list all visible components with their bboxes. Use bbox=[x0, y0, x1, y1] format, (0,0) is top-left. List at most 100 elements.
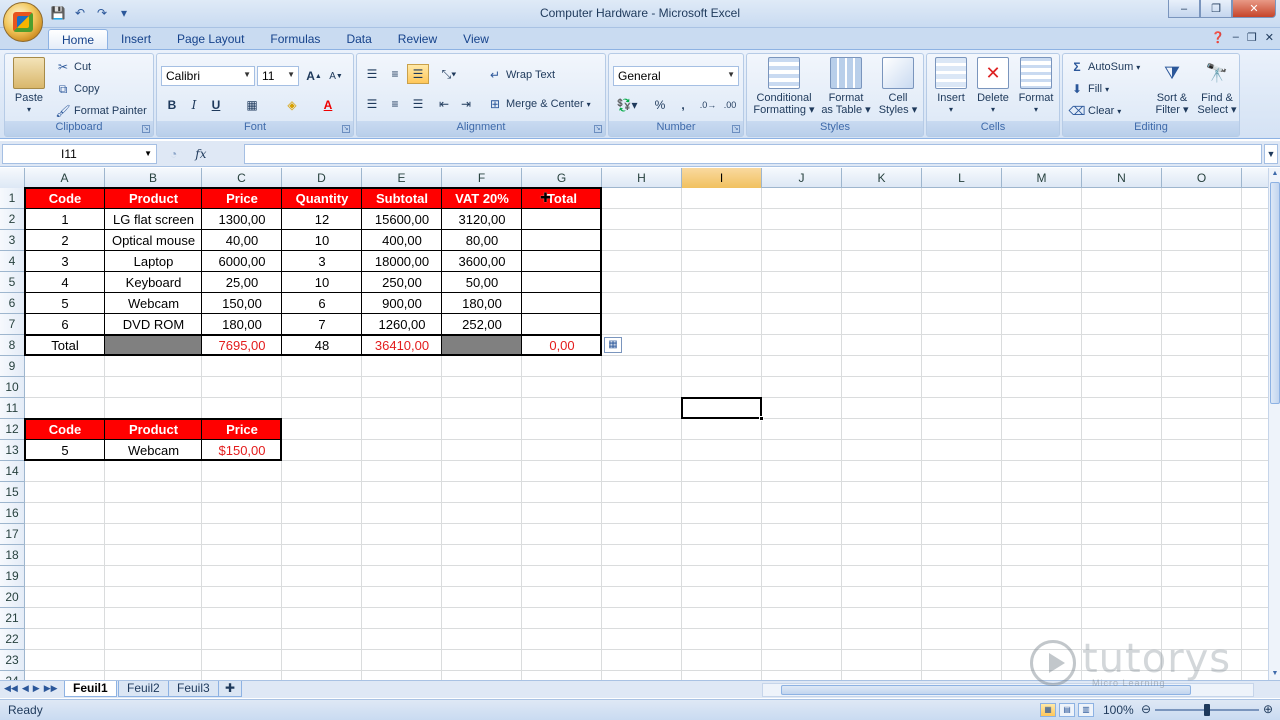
table1-cell-c5[interactable]: 25,00 bbox=[202, 272, 282, 293]
font-color-icon[interactable]: A bbox=[317, 95, 339, 115]
column-header-b[interactable]: B bbox=[105, 168, 202, 188]
table1-cell-c6[interactable]: 150,00 bbox=[202, 293, 282, 314]
table2-header-a[interactable]: Code bbox=[25, 419, 105, 440]
table1-cell-a6[interactable]: 5 bbox=[25, 293, 105, 314]
table1-cell-g4[interactable] bbox=[522, 251, 602, 272]
table1-header-d[interactable]: Quantity bbox=[282, 188, 362, 209]
column-header-n[interactable]: N bbox=[1082, 168, 1162, 188]
insert-cells-button[interactable]: Insert ▾ bbox=[931, 57, 971, 116]
cell-styles-button[interactable]: Cell Styles ▾ bbox=[875, 57, 921, 116]
table1-cell-b6[interactable]: Webcam bbox=[105, 293, 202, 314]
first-sheet-icon[interactable]: ◀◀ bbox=[4, 683, 18, 694]
row-header-8[interactable]: 8 bbox=[0, 335, 25, 356]
tab-view[interactable]: View bbox=[450, 29, 502, 50]
table1-cell-d2[interactable]: 12 bbox=[282, 209, 362, 230]
table1-header-f[interactable]: VAT 20% bbox=[442, 188, 522, 209]
row-header-15[interactable]: 15 bbox=[0, 482, 25, 503]
increase-decimal-icon[interactable]: .0→ bbox=[697, 95, 719, 115]
table1-cell-d7[interactable]: 7 bbox=[282, 314, 362, 335]
scroll-up-icon[interactable]: ▲ bbox=[1270, 168, 1280, 180]
column-header-o[interactable]: O bbox=[1162, 168, 1242, 188]
sheet-tab-feuil3[interactable]: Feuil3 bbox=[168, 681, 219, 697]
table1-cell-f5[interactable]: 50,00 bbox=[442, 272, 522, 293]
row-header-21[interactable]: 21 bbox=[0, 608, 25, 629]
wrap-text-button[interactable]: ↵ Wrap Text bbox=[487, 67, 555, 83]
number-format-combo[interactable]: General ▼ bbox=[613, 66, 739, 86]
table1-cell-a5[interactable]: 4 bbox=[25, 272, 105, 293]
column-header-m[interactable]: M bbox=[1002, 168, 1082, 188]
table1-cell-b3[interactable]: Optical mouse bbox=[105, 230, 202, 251]
table1-cell-c4[interactable]: 6000,00 bbox=[202, 251, 282, 272]
column-header-l[interactable]: L bbox=[922, 168, 1002, 188]
active-cell-selection[interactable] bbox=[681, 397, 762, 419]
percent-button[interactable]: % bbox=[649, 95, 671, 115]
align-right-icon[interactable]: ☰ bbox=[407, 94, 429, 114]
table1-cell-a2[interactable]: 1 bbox=[25, 209, 105, 230]
tab-data[interactable]: Data bbox=[333, 29, 384, 50]
format-painter-button[interactable]: 🖌 Format Painter bbox=[55, 103, 146, 119]
table1-cell-f4[interactable]: 3600,00 bbox=[442, 251, 522, 272]
currency-icon[interactable]: 💱▾ bbox=[613, 95, 641, 115]
row-header-12[interactable]: 12 bbox=[0, 419, 25, 440]
table1-cell-f7[interactable]: 252,00 bbox=[442, 314, 522, 335]
table1-cell-c7[interactable]: 180,00 bbox=[202, 314, 282, 335]
table1-cell-e5[interactable]: 250,00 bbox=[362, 272, 442, 293]
workbook-minimize-icon[interactable]: – bbox=[1233, 31, 1239, 44]
table1-cell-d5[interactable]: 10 bbox=[282, 272, 362, 293]
table1-header-e[interactable]: Subtotal bbox=[362, 188, 442, 209]
vertical-scrollbar[interactable]: ▲ ▼ bbox=[1268, 168, 1280, 680]
align-top-icon[interactable]: ☰ bbox=[361, 64, 383, 84]
table1-total-g[interactable]: 0,00 bbox=[522, 335, 602, 356]
column-header-e[interactable]: E bbox=[362, 168, 442, 188]
table1-total-b[interactable] bbox=[105, 335, 202, 356]
underline-button[interactable]: U bbox=[205, 95, 227, 115]
column-header-j[interactable]: J bbox=[762, 168, 842, 188]
row-header-11[interactable]: 11 bbox=[0, 398, 25, 419]
table2-cell-b13[interactable]: Webcam bbox=[105, 440, 202, 461]
table1-total-f[interactable] bbox=[442, 335, 522, 356]
next-sheet-icon[interactable]: ▶ bbox=[33, 683, 40, 694]
table1-cell-d4[interactable]: 3 bbox=[282, 251, 362, 272]
decrease-indent-icon[interactable]: ⇤ bbox=[433, 94, 455, 114]
zoom-level[interactable]: 100% bbox=[1103, 703, 1134, 717]
zoom-slider[interactable]: ⊖ ⊕ bbox=[1141, 702, 1277, 717]
delete-cells-button[interactable]: ✕ Delete ▾ bbox=[973, 57, 1013, 116]
font-size-combo[interactable]: 11 ▼ bbox=[257, 66, 299, 86]
zoom-in-icon[interactable]: ⊕ bbox=[1263, 702, 1273, 716]
tab-page-layout[interactable]: Page Layout bbox=[164, 29, 257, 50]
tab-home[interactable]: Home bbox=[48, 29, 109, 50]
table1-header-g[interactable]: Total bbox=[522, 188, 602, 209]
clear-button[interactable]: ⌫ Clear ▾ bbox=[1069, 103, 1122, 119]
zoom-slider-knob[interactable] bbox=[1204, 704, 1210, 716]
row-header-7[interactable]: 7 bbox=[0, 314, 25, 335]
tab-review[interactable]: Review bbox=[385, 29, 450, 50]
close-button[interactable]: ✕ bbox=[1232, 0, 1276, 18]
table1-header-a[interactable]: Code bbox=[25, 188, 105, 209]
workbook-restore-icon[interactable]: ❐ bbox=[1247, 31, 1257, 44]
table2-cell-a13[interactable]: 5 bbox=[25, 440, 105, 461]
font-name-combo[interactable]: Calibri ▼ bbox=[161, 66, 255, 86]
find-select-button[interactable]: 🔭 Find & Select ▾ bbox=[1195, 57, 1239, 116]
row-header-9[interactable]: 9 bbox=[0, 356, 25, 377]
select-all-button[interactable] bbox=[0, 168, 25, 188]
name-box[interactable]: I11 ▼ bbox=[2, 144, 157, 164]
table1-total-a[interactable]: Total bbox=[25, 335, 105, 356]
row-header-4[interactable]: 4 bbox=[0, 251, 25, 272]
table1-cell-g5[interactable] bbox=[522, 272, 602, 293]
table1-cell-c2[interactable]: 1300,00 bbox=[202, 209, 282, 230]
paste-button[interactable]: Paste ▾ bbox=[11, 57, 47, 116]
row-header-5[interactable]: 5 bbox=[0, 272, 25, 293]
sheet-tab-feuil1[interactable]: Feuil1 bbox=[64, 681, 117, 697]
column-header-f[interactable]: F bbox=[442, 168, 522, 188]
table1-cell-d3[interactable]: 10 bbox=[282, 230, 362, 251]
table1-cell-b5[interactable]: Keyboard bbox=[105, 272, 202, 293]
vertical-scroll-thumb[interactable] bbox=[1270, 182, 1280, 404]
font-launcher-icon[interactable]: ↘ bbox=[342, 125, 350, 133]
table1-cell-d6[interactable]: 6 bbox=[282, 293, 362, 314]
align-bottom-icon[interactable]: ☰ bbox=[407, 64, 429, 84]
row-header-24[interactable]: 24 bbox=[0, 671, 25, 680]
formula-input[interactable] bbox=[244, 144, 1262, 164]
row-header-19[interactable]: 19 bbox=[0, 566, 25, 587]
row-header-17[interactable]: 17 bbox=[0, 524, 25, 545]
cut-button[interactable]: ✂ Cut bbox=[55, 59, 91, 75]
